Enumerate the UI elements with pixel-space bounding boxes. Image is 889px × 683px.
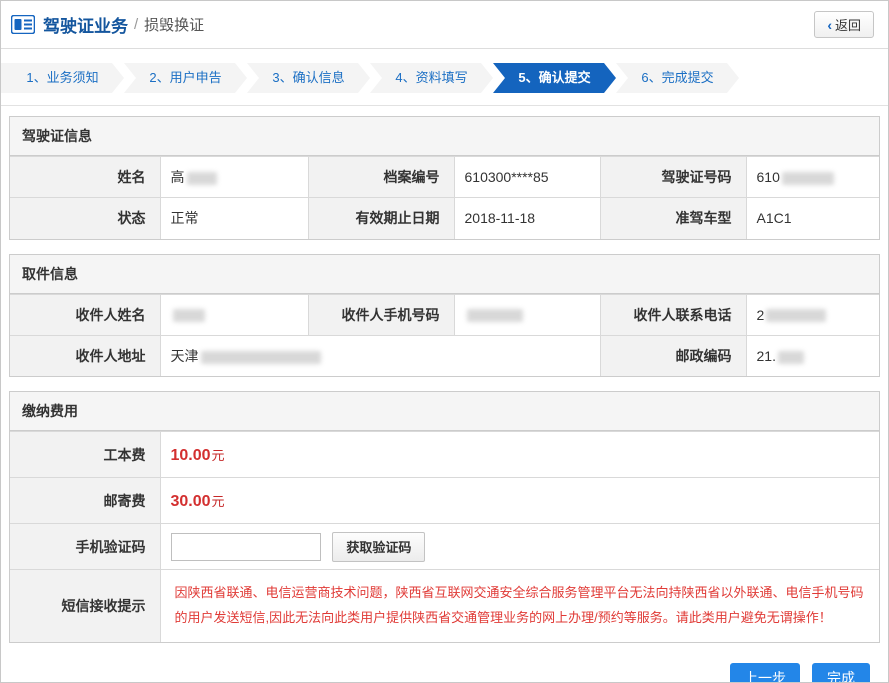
file-no-label: 档案编号 xyxy=(308,157,454,198)
redacted-value xyxy=(187,172,217,185)
postal-code-value: 21. xyxy=(746,335,879,376)
recipient-phone-label: 收件人手机号码 xyxy=(308,294,454,335)
sms-code-cell: 获取验证码 xyxy=(160,524,879,570)
license-no-label: 驾驶证号码 xyxy=(600,157,746,198)
license-info-section: 驾驶证信息 姓名 高 档案编号 610300****85 驾驶证号码 610 状… xyxy=(9,116,880,240)
recipient-contact-label: 收件人联系电话 xyxy=(600,294,746,335)
table-row: 状态 正常 有效期止日期 2018-11-18 准驾车型 A1C1 xyxy=(10,198,879,239)
redacted-value xyxy=(782,172,834,185)
fees-title: 缴纳费用 xyxy=(10,392,879,431)
step-6-complete-submit[interactable]: 6、完成提交 xyxy=(616,63,739,93)
sms-notice-text: 因陕西省联通、电信运营商技术问题，陕西省互联网交通安全综合服务管理平台无法向持陕… xyxy=(171,575,870,636)
redacted-value xyxy=(467,309,523,322)
sms-code-input[interactable] xyxy=(171,533,321,561)
redacted-value xyxy=(173,309,205,322)
expiry-label: 有效期止日期 xyxy=(308,198,454,239)
postage-fee-value: 30.00元 xyxy=(160,478,879,524)
table-row: 姓名 高 档案编号 610300****85 驾驶证号码 610 xyxy=(10,157,879,198)
status-value: 正常 xyxy=(160,198,308,239)
back-button[interactable]: ‹ 返回 xyxy=(814,11,874,38)
postal-code-label: 邮政编码 xyxy=(600,335,746,376)
pickup-info-title: 取件信息 xyxy=(10,255,879,294)
license-no-value: 610 xyxy=(746,157,879,198)
recipient-name-value xyxy=(160,294,308,335)
fees-section: 缴纳费用 工本费 10.00元 邮寄费 30.00元 手机验证码 xyxy=(9,391,880,643)
redacted-value xyxy=(201,351,321,364)
pickup-info-table: 收件人姓名 收件人手机号码 收件人联系电话 2 收件人地址 天津 邮政编码 21… xyxy=(10,294,879,377)
fees-table: 工本费 10.00元 邮寄费 30.00元 手机验证码 获取验证码 xyxy=(10,431,879,642)
recipient-contact-value: 2 xyxy=(746,294,879,335)
license-info-table: 姓名 高 档案编号 610300****85 驾驶证号码 610 状态 正常 有… xyxy=(10,156,879,239)
table-row: 收件人姓名 收件人手机号码 收件人联系电话 2 xyxy=(10,294,879,335)
recipient-name-label: 收件人姓名 xyxy=(10,294,160,335)
chevron-left-icon: ‹ xyxy=(827,17,832,33)
postage-fee-label: 邮寄费 xyxy=(10,478,160,524)
step-3-confirm-info[interactable]: 3、确认信息 xyxy=(247,63,370,93)
breadcrumb-current: 损毁换证 xyxy=(144,14,204,35)
pickup-info-section: 取件信息 收件人姓名 收件人手机号码 收件人联系电话 2 收件人地址 天津 邮政… xyxy=(9,254,880,378)
vehicle-type-value: A1C1 xyxy=(746,198,879,239)
redacted-value xyxy=(766,309,826,322)
table-row: 邮寄费 30.00元 xyxy=(10,478,879,524)
table-row: 收件人地址 天津 邮政编码 21. xyxy=(10,335,879,376)
license-info-title: 驾驶证信息 xyxy=(10,117,879,156)
footer-actions: 上一步 完成 xyxy=(9,657,880,683)
sms-code-label: 手机验证码 xyxy=(10,524,160,570)
expiry-value: 2018-11-18 xyxy=(454,198,600,239)
redacted-value xyxy=(778,351,804,364)
get-sms-code-button[interactable]: 获取验证码 xyxy=(332,532,425,562)
page: 驾驶证业务 / 损毁换证 ‹ 返回 1、业务须知 2、用户申告 3、确认信息 4… xyxy=(0,0,889,683)
production-fee-value: 10.00元 xyxy=(160,432,879,478)
recipient-phone-value xyxy=(454,294,600,335)
step-4-fill-data[interactable]: 4、资料填写 xyxy=(370,63,493,93)
table-row: 短信接收提示 因陕西省联通、电信运营商技术问题，陕西省互联网交通安全综合服务管理… xyxy=(10,570,879,642)
header: 驾驶证业务 / 损毁换证 ‹ 返回 xyxy=(1,1,888,49)
page-title: 驾驶证业务 xyxy=(43,12,128,37)
production-fee-amount: 10.00 xyxy=(171,447,211,464)
step-5-confirm-submit[interactable]: 5、确认提交 xyxy=(493,63,616,93)
sms-notice-cell: 因陕西省联通、电信运营商技术问题，陕西省互联网交通安全综合服务管理平台无法向持陕… xyxy=(160,570,879,642)
license-business-icon xyxy=(11,15,35,34)
name-value: 高 xyxy=(160,157,308,198)
production-fee-label: 工本费 xyxy=(10,432,160,478)
table-row: 手机验证码 获取验证码 xyxy=(10,524,879,570)
recipient-address-value: 天津 xyxy=(160,335,600,376)
finish-button[interactable]: 完成 xyxy=(812,663,870,683)
step-2-user-declaration[interactable]: 2、用户申告 xyxy=(124,63,247,93)
breadcrumb-separator: / xyxy=(134,16,138,33)
table-row: 工本费 10.00元 xyxy=(10,432,879,478)
postage-fee-amount: 30.00 xyxy=(171,493,211,510)
name-label: 姓名 xyxy=(10,157,160,198)
recipient-address-label: 收件人地址 xyxy=(10,335,160,376)
main-content: 驾驶证信息 姓名 高 档案编号 610300****85 驾驶证号码 610 状… xyxy=(1,106,888,683)
status-label: 状态 xyxy=(10,198,160,239)
sms-notice-label: 短信接收提示 xyxy=(10,570,160,642)
production-fee-unit: 元 xyxy=(212,448,225,463)
file-no-value: 610300****85 xyxy=(454,157,600,198)
step-progress: 1、业务须知 2、用户申告 3、确认信息 4、资料填写 5、确认提交 6、完成提… xyxy=(1,49,888,106)
back-button-label: 返回 xyxy=(835,15,861,34)
postage-fee-unit: 元 xyxy=(212,494,225,509)
step-1-business-notice[interactable]: 1、业务须知 xyxy=(1,63,124,93)
previous-step-button[interactable]: 上一步 xyxy=(730,663,800,683)
vehicle-type-label: 准驾车型 xyxy=(600,198,746,239)
